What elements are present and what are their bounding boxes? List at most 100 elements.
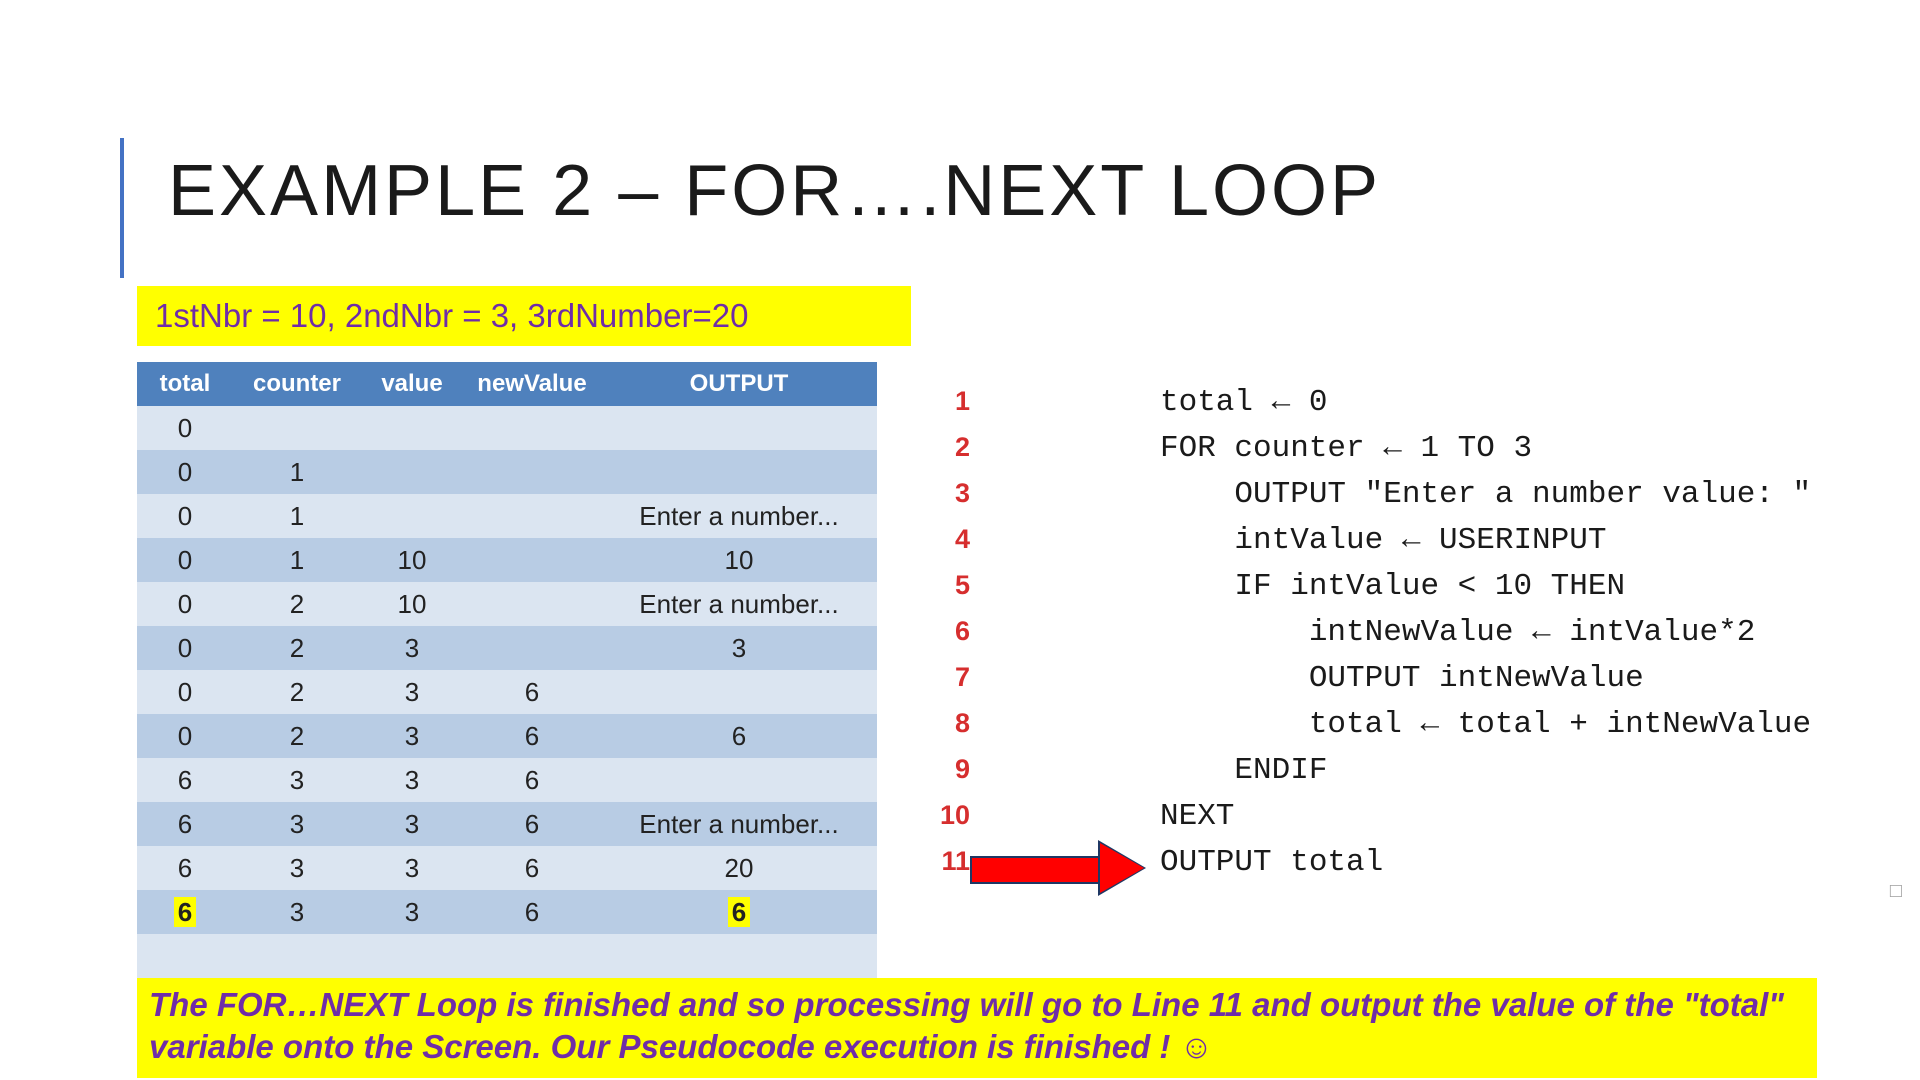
table-cell: 6 — [601, 890, 877, 934]
table-row: 011010 — [137, 538, 877, 582]
code-text: FOR counter ← 1 TO 3 — [1160, 431, 1532, 466]
title-accent-rule — [120, 138, 124, 278]
th-total: total — [137, 362, 233, 406]
table-cell — [361, 450, 463, 494]
table-cell — [361, 494, 463, 538]
table-row: 6336Enter a number... — [137, 802, 877, 846]
table-cell: 0 — [137, 494, 233, 538]
table-row: 63366 — [137, 890, 877, 934]
table-cell: 6 — [137, 890, 233, 934]
table-cell: 6 — [601, 714, 877, 758]
line-number: 10 — [930, 792, 970, 838]
table-cell: 0 — [137, 450, 233, 494]
th-counter: counter — [233, 362, 361, 406]
line-number: 1 — [930, 378, 970, 424]
code-line: 4 intValue ← USERINPUT — [930, 516, 1811, 562]
table-cell: 3 — [361, 714, 463, 758]
code-text: IF intValue < 10 THEN — [1160, 569, 1625, 604]
code-line: 3 OUTPUT "Enter a number value: " — [930, 470, 1811, 516]
table-row: 01 — [137, 450, 877, 494]
table-row: 6336 — [137, 758, 877, 802]
table-cell — [463, 494, 601, 538]
code-line: 2 FOR counter ← 1 TO 3 — [930, 424, 1811, 470]
table-cell — [233, 406, 361, 450]
line-number: 8 — [930, 700, 970, 746]
table-cell: 3 — [601, 626, 877, 670]
variables-banner: 1stNbr = 10, 2ndNbr = 3, 3rdNumber=20 — [137, 286, 911, 346]
table-cell: 6 — [463, 670, 601, 714]
table-row: 0210Enter a number... — [137, 582, 877, 626]
table-row: 01Enter a number... — [137, 494, 877, 538]
table-cell — [463, 406, 601, 450]
table-cell: 1 — [233, 450, 361, 494]
table-cell: 3 — [361, 626, 463, 670]
table-cell: 20 — [601, 846, 877, 890]
table-cell: 10 — [601, 538, 877, 582]
table-cell: 10 — [361, 582, 463, 626]
table-cell: 0 — [137, 406, 233, 450]
table-cell: 0 — [137, 538, 233, 582]
table-cell: 6 — [463, 758, 601, 802]
explanation-banner: The FOR…NEXT Loop is finished and so pro… — [137, 978, 1817, 1078]
table-cell — [601, 406, 877, 450]
code-line: 1total ← 0 — [930, 378, 1811, 424]
table-cell — [361, 406, 463, 450]
table-cell: 6 — [463, 714, 601, 758]
table-cell — [463, 934, 601, 978]
table-cell — [463, 538, 601, 582]
table-cell: 3 — [233, 758, 361, 802]
table-row: 02366 — [137, 714, 877, 758]
table-cell: 3 — [233, 846, 361, 890]
line-number: 2 — [930, 424, 970, 470]
trace-table: total counter value newValue OUTPUT 0010… — [137, 362, 877, 978]
table-cell — [233, 934, 361, 978]
table-cell: 3 — [361, 802, 463, 846]
th-output: OUTPUT — [601, 362, 877, 406]
line-number: 6 — [930, 608, 970, 654]
code-text: OUTPUT "Enter a number value: " — [1160, 477, 1811, 512]
table-cell: 3 — [233, 802, 361, 846]
current-line-arrow-icon — [970, 848, 1155, 888]
table-cell: 2 — [233, 714, 361, 758]
table-cell: 2 — [233, 670, 361, 714]
table-cell: 0 — [137, 582, 233, 626]
th-value: value — [361, 362, 463, 406]
table-row: 0233 — [137, 626, 877, 670]
table-cell: 10 — [361, 538, 463, 582]
table-cell — [137, 934, 233, 978]
table-cell: 2 — [233, 582, 361, 626]
line-number: 5 — [930, 562, 970, 608]
table-cell: Enter a number... — [601, 802, 877, 846]
pseudocode-block: 1total ← 02 FOR counter ← 1 TO 3 3 OUTPUT … — [930, 378, 1811, 884]
table-cell: 0 — [137, 714, 233, 758]
table-cell: 3 — [361, 670, 463, 714]
table-cell: 2 — [233, 626, 361, 670]
table-cell: 0 — [137, 626, 233, 670]
code-text: OUTPUT total — [1160, 845, 1383, 880]
table-cell: 6 — [463, 846, 601, 890]
table-cell — [601, 450, 877, 494]
table-cell: 6 — [137, 802, 233, 846]
code-line: 10 NEXT — [930, 792, 1811, 838]
table-cell — [601, 758, 877, 802]
code-line: 6 intNewValue ← intValue*2 — [930, 608, 1811, 654]
table-cell: 6 — [463, 890, 601, 934]
decorative-square-icon: □ — [1890, 880, 1902, 903]
line-number: 11 — [930, 838, 970, 884]
th-newvalue: newValue — [463, 362, 601, 406]
code-text: NEXT — [1160, 799, 1234, 834]
code-line: 9 ENDIF — [930, 746, 1811, 792]
table-cell: 3 — [361, 890, 463, 934]
table-cell: 6 — [137, 758, 233, 802]
line-number: 7 — [930, 654, 970, 700]
table-cell — [601, 670, 877, 714]
table-cell: 6 — [137, 846, 233, 890]
table-cell: 6 — [463, 802, 601, 846]
code-line: 5 IF intValue < 10 THEN — [930, 562, 1811, 608]
code-line: 8 total ← total + intNewValue — [930, 700, 1811, 746]
table-row — [137, 934, 877, 978]
line-number: 4 — [930, 516, 970, 562]
table-cell: 3 — [233, 890, 361, 934]
table-cell — [361, 934, 463, 978]
line-number: 3 — [930, 470, 970, 516]
